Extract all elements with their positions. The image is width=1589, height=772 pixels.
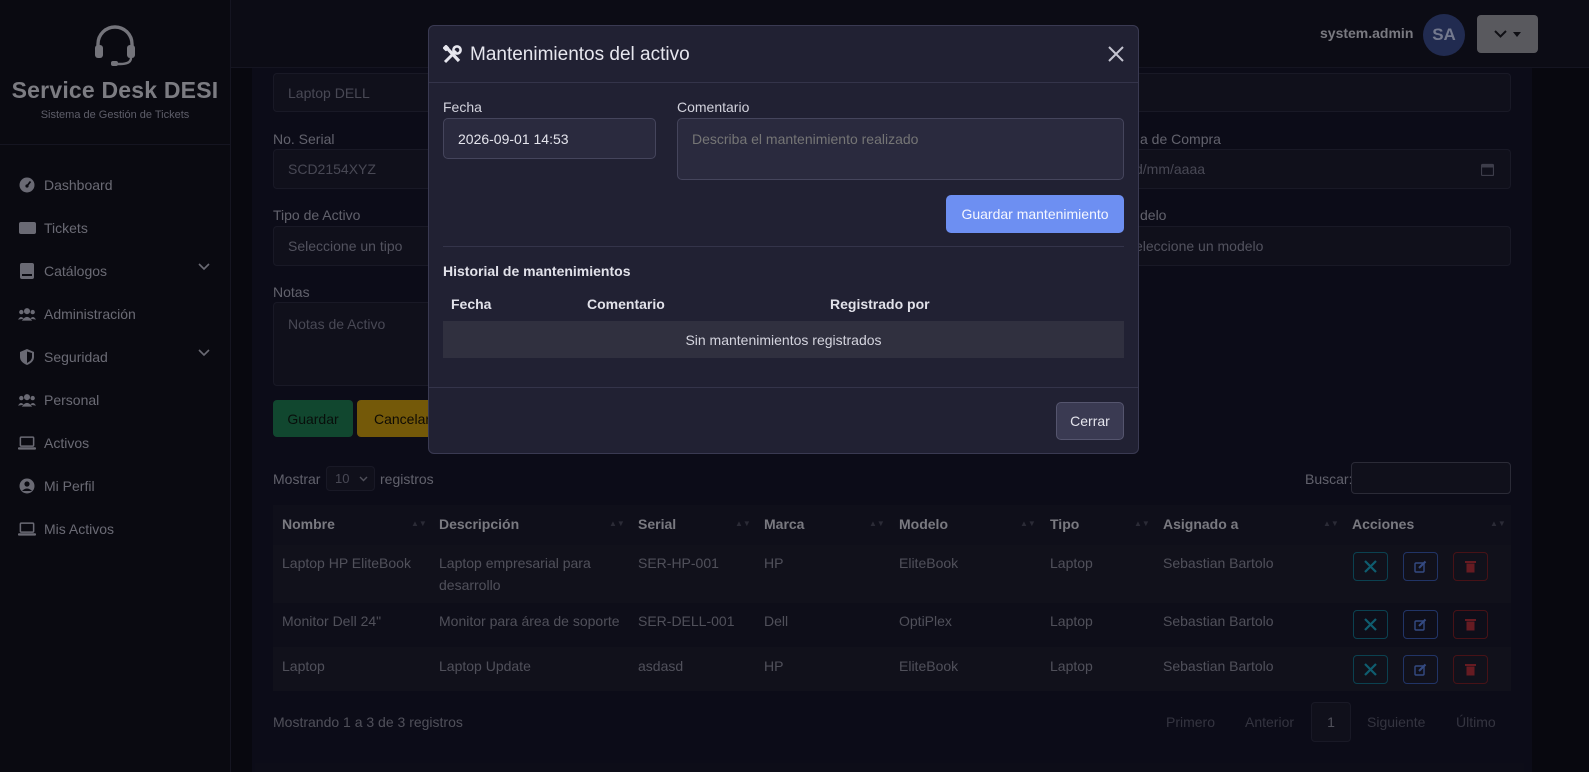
tools-icon bbox=[443, 45, 462, 64]
maintenance-modal: Mantenimientos del activo Fecha 2026-09-… bbox=[428, 25, 1139, 454]
history-col-registrado: Registrado por bbox=[830, 296, 930, 312]
date-label: Fecha bbox=[443, 99, 482, 115]
divider bbox=[443, 246, 1124, 247]
save-maintenance-button[interactable]: Guardar mantenimiento bbox=[946, 195, 1124, 233]
date-input[interactable]: 2026-09-01 14:53 bbox=[443, 118, 656, 159]
history-col-fecha: Fecha bbox=[451, 296, 492, 312]
comment-textarea[interactable] bbox=[677, 118, 1124, 180]
modal-title: Mantenimientos del activo bbox=[470, 44, 690, 65]
history-title: Historial de mantenimientos bbox=[443, 263, 631, 279]
close-icon[interactable] bbox=[1106, 44, 1126, 64]
modal-footer-divider bbox=[429, 387, 1138, 388]
modal-header: Mantenimientos del activo bbox=[429, 26, 1138, 83]
history-col-comentario: Comentario bbox=[587, 296, 665, 312]
comment-label: Comentario bbox=[677, 99, 750, 115]
history-empty-row: Sin mantenimientos registrados bbox=[443, 321, 1124, 358]
close-button[interactable]: Cerrar bbox=[1056, 402, 1124, 440]
